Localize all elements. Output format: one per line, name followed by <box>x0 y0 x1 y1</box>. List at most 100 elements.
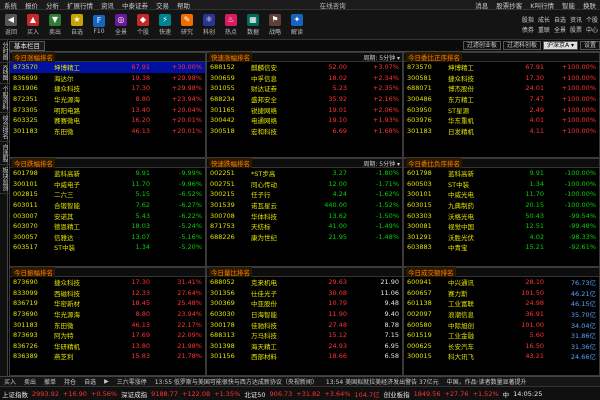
menu-item[interactable]: 报价 <box>21 0 42 10</box>
table-row[interactable]: 872351 华光源海 8.80 +23.94% <box>10 94 205 105</box>
table-row[interactable]: 002815 二六三 5.15 -6.52% <box>10 189 205 200</box>
table-row[interactable]: 300081 视觉中国 12.51 -99.48% <box>404 221 599 232</box>
table-row[interactable]: 301183 日发精机 4.11 +100.00% <box>404 126 599 137</box>
period-select[interactable]: 周期: 5分钟 ▾ <box>363 53 402 62</box>
table-row[interactable]: 300215 任子行 4.24 -1.62% <box>207 189 402 200</box>
table-row[interactable]: 300659 中孚信息 18.02 +2.34% <box>207 73 402 84</box>
table-row[interactable]: 300518 宏和科技 6.69 +1.68% <box>207 126 402 137</box>
menu-right-item[interactable]: K叫行情 <box>526 0 558 10</box>
toolbar-shortcut[interactable]: 股指 <box>522 15 534 24</box>
toolbar-button[interactable]: ◎ 全景 <box>110 11 132 39</box>
toolbar-button[interactable]: ◆ 个股 <box>132 11 154 39</box>
toolbar-shortcut[interactable]: 自选 <box>554 15 566 24</box>
table-row[interactable]: 873570 坤博精工 67.91 +30.00% <box>10 62 205 73</box>
index-value[interactable]: 深证成指 <box>119 389 149 399</box>
toolbar-button[interactable]: ▼ 卖出 <box>44 11 66 39</box>
table-row[interactable]: 002751 同心传动 12.00 -1.71% <box>207 179 402 190</box>
table-row[interactable]: 873305 明阳电路 13.40 +20.04% <box>10 104 205 115</box>
table-row[interactable]: 603517 ST中装 1.34 -5.20% <box>10 242 205 253</box>
index-value[interactable]: 104.7亿 <box>352 389 381 399</box>
menu-item[interactable]: 系统 <box>0 0 21 10</box>
table-row[interactable]: 688052 克来机电 29.63 21.90 <box>207 277 402 288</box>
table-row[interactable]: 600580 中际旭创 101.00 34.04亿 <box>404 319 599 330</box>
table-row[interactable]: 301165 锐捷网络 19.01 +2.06% <box>207 104 402 115</box>
index-value[interactable]: 北证50 <box>242 389 267 399</box>
panel-title[interactable]: 今日跌幅排名 <box>12 158 55 168</box>
table-row[interactable]: 603950 ST星源 2.49 +100.00% <box>404 104 599 115</box>
menu-item[interactable]: 资讯 <box>97 0 118 10</box>
panel-title[interactable]: 今日量比排名 <box>209 267 252 277</box>
table-row[interactable]: 002097 浪潮信息 36.91 35.70亿 <box>404 309 599 320</box>
menu-right-item[interactable]: 智能 <box>558 0 579 10</box>
table-row[interactable]: 600657 赛力斯 101.50 46.21亿 <box>404 288 599 299</box>
table-row[interactable]: 301356 仕佳光子 30.08 11.06 <box>207 288 402 299</box>
table-row[interactable]: 833099 西磁科技 12.33 27.64% <box>10 288 205 299</box>
panel-title[interactable]: 今日振幅排名 <box>12 267 55 277</box>
left-nav-item[interactable]: 板块监测 <box>0 165 9 194</box>
toolbar-button[interactable]: ⚑ 战略 <box>264 11 286 39</box>
table-row[interactable]: 873570 坤博精工 67.91 +100.00% <box>404 62 599 73</box>
market-select[interactable]: 沪深京A ▾ <box>542 41 578 50</box>
table-row[interactable]: 301183 东田微 46.13 +20.01% <box>10 126 205 137</box>
menu-item[interactable]: 帮助 <box>173 0 194 10</box>
table-row[interactable]: 301055 财达证券 5.23 +2.35% <box>207 83 402 94</box>
toolbar-button[interactable]: ▲ 买入 <box>22 11 44 39</box>
period-select[interactable]: 周期: 5分钟 ▾ <box>363 159 402 168</box>
menu-item[interactable]: 交易 <box>152 0 173 10</box>
table-row[interactable]: 600503 ST中装 1.34 -100.00% <box>404 179 599 190</box>
left-nav-item[interactable]: K线图 <box>0 63 9 84</box>
table-row[interactable]: 300708 华体科技 13.62 -1.50% <box>207 210 402 221</box>
panel-title[interactable]: 快速跌幅排名 <box>209 158 252 168</box>
table-row[interactable]: 301398 海天精工 24.93 6.95 <box>207 341 402 352</box>
toolbar-button[interactable]: ▦ 数据 <box>242 11 264 39</box>
filter-chinext-button[interactable]: 过滤创业板 <box>462 41 501 50</box>
toolbar-button[interactable]: ♨ 热点 <box>220 11 242 39</box>
toolbar-button[interactable]: ★ 自选 <box>66 11 88 39</box>
table-row[interactable]: 603011 合锻智能 7.62 -6.27% <box>10 200 205 211</box>
table-row[interactable]: 873690 华光源海 8.80 23.94% <box>10 309 205 320</box>
toolbar-shortcut[interactable]: 资讯 <box>570 15 582 24</box>
toolbar-button[interactable]: ◀ 返回 <box>0 11 22 39</box>
index-value[interactable]: +1.52% <box>471 390 501 398</box>
table-row[interactable]: 601798 蓝科高新 9.91 -9.99% <box>10 168 205 179</box>
table-row[interactable]: 688152 麒麟信安 52.00 +3.07% <box>207 62 402 73</box>
toolbar-button[interactable]: ⚡ 快速 <box>154 11 176 39</box>
table-row[interactable]: 831906 捷众科技 17.30 +29.98% <box>10 83 205 94</box>
table-row[interactable]: 600941 中兴通讯 28.10 76.73亿 <box>404 277 599 288</box>
table-row[interactable]: 002251 *ST步高 3.27 -1.80% <box>207 168 402 179</box>
table-row[interactable]: 836719 华密新材 18.45 25.48% <box>10 298 205 309</box>
table-row[interactable]: 836699 海达尔 19.38 +29.98% <box>10 73 205 84</box>
ticker-item[interactable]: ▶ <box>100 378 113 385</box>
table-row[interactable]: 688071 博杰股份 24.01 +100.00% <box>404 83 599 94</box>
ticker-item[interactable]: 买入 <box>0 377 20 386</box>
table-row[interactable]: 300101 中威光电 11.70 -100.00% <box>404 189 599 200</box>
online-consult-label[interactable]: 在线咨询 <box>194 0 471 10</box>
table-row[interactable]: 300369 中亚股份 10.79 9.48 <box>207 298 402 309</box>
toolbar-button[interactable]: ✦ 解读 <box>286 11 308 39</box>
settings-button[interactable]: 设置 <box>579 41 600 50</box>
ticker-item[interactable]: 撤单 <box>40 377 60 386</box>
panel-title[interactable]: 今日委比正序排名 <box>406 52 462 62</box>
table-row[interactable]: 300178 佳驰科技 27.48 8.78 <box>207 319 402 330</box>
table-row[interactable]: 873690 捷众科技 17.30 31.41% <box>10 277 205 288</box>
toolbar-shortcut[interactable]: 成长 <box>538 15 550 24</box>
table-row[interactable]: 688234 盛邦安全 35.92 +2.16% <box>207 94 402 105</box>
table-row[interactable]: 688226 康为世纪 21.95 -1.48% <box>207 232 402 243</box>
table-row[interactable]: 603070 德恩精工 18.03 -5.24% <box>10 221 205 232</box>
table-row[interactable]: 601798 蓝科高新 9.91 -100.00% <box>404 168 599 179</box>
toolbar-shortcut[interactable]: 个股 <box>586 15 598 24</box>
index-value[interactable]: 上证指数 <box>0 389 30 399</box>
left-nav-item[interactable]: 自选股 <box>0 142 9 165</box>
table-row[interactable]: 688313 万马科技 15.12 7.15 <box>207 330 402 341</box>
filter-star-button[interactable]: 过滤科创板 <box>502 41 541 50</box>
toolbar-button[interactable]: ⚛ 科创 <box>198 11 220 39</box>
toolbar-button[interactable]: F F10 <box>88 11 110 39</box>
table-row[interactable]: 601138 工业富联 24.98 46.15亿 <box>404 298 599 309</box>
left-nav-item[interactable]: 个股资料 <box>0 84 9 113</box>
table-row[interactable]: 601519 工业金融 5.60 31.86亿 <box>404 330 599 341</box>
menu-item[interactable]: 分析 <box>42 0 63 10</box>
table-row[interactable]: 300442 电通网络 19.10 +1.93% <box>207 115 402 126</box>
table-row[interactable]: 873693 阿为特 17.69 22.09% <box>10 330 205 341</box>
tab-basic-columns[interactable]: 基本栏目 <box>9 40 45 51</box>
panel-title[interactable]: 今日成交额排名 <box>406 267 456 277</box>
